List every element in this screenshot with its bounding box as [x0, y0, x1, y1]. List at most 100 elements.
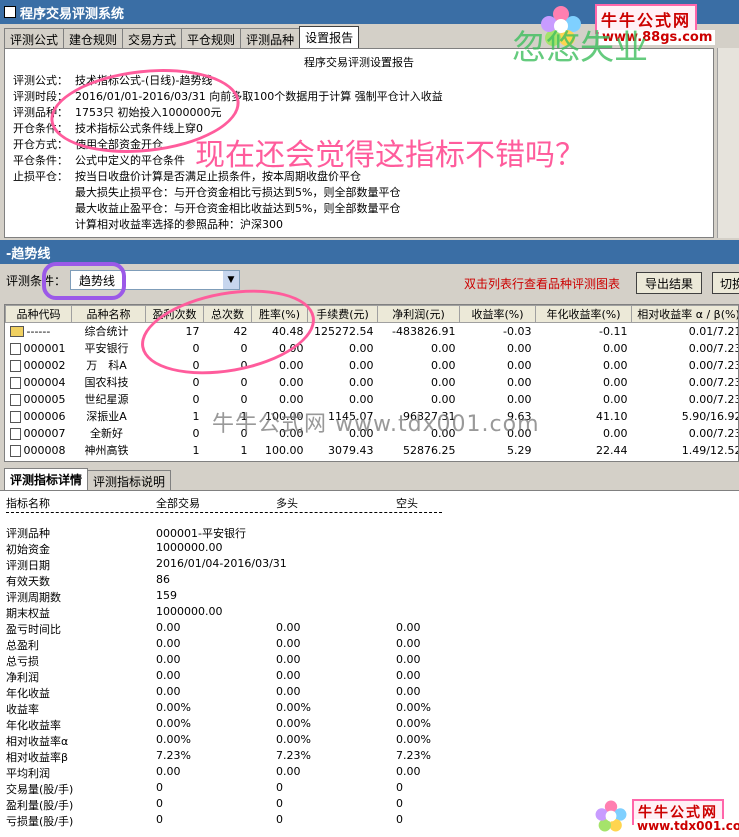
- cell-text: 0.00: [431, 375, 456, 389]
- cell-text: 0.00: [431, 358, 456, 372]
- report-row-label: 评测公式：: [13, 74, 68, 87]
- report-row-value: 使用全部资金开仓: [75, 138, 163, 151]
- detail-metric-name: 净利润: [6, 671, 39, 684]
- cell-text: 000004: [23, 375, 66, 389]
- column-header[interactable]: 胜率(%): [251, 305, 308, 323]
- stock-file-icon: [9, 410, 21, 423]
- detail-metric-value: 0: [156, 813, 163, 826]
- detail-metric-name: 期末权益: [6, 607, 50, 620]
- table-cell: 0: [204, 391, 252, 408]
- tab-3[interactable]: 平仓规则: [181, 28, 242, 48]
- detail-metric-value: 0.00: [396, 637, 421, 650]
- table-cell: 1: [146, 442, 204, 459]
- column-header[interactable]: 年化收益率(%): [535, 305, 632, 323]
- tab-0[interactable]: 评测公式: [4, 28, 65, 48]
- stock-file-icon: [9, 376, 21, 389]
- cell-text: 3079.43: [328, 443, 374, 457]
- cell-text: 1.49/12.52: [681, 443, 739, 457]
- cell-text: 万 科A: [86, 359, 127, 372]
- column-header[interactable]: 相对收益率 α / β(%): [631, 305, 738, 323]
- report-row-value: 1753只 初始投入1000000元: [75, 106, 222, 119]
- switch-button[interactable]: 切换: [712, 272, 739, 294]
- detail-metric-value: 0.00: [396, 653, 421, 666]
- table-cell: 0.00: [536, 357, 632, 374]
- table-cell: -0.11: [536, 323, 632, 340]
- table-cell: 深振业A: [72, 408, 146, 425]
- table-cell: 0: [146, 391, 204, 408]
- cell-text: 0.00/7.23: [688, 392, 739, 406]
- table-row[interactable]: 000001 平安银行 0 0 0.00 0.00 0.00 0.00 0.00 0.00/7.2…: [6, 340, 739, 357]
- detail-metric-value: 0.00: [156, 621, 181, 634]
- table-cell: 0.00/7.23: [632, 340, 739, 357]
- table-cell: 000005: [6, 391, 72, 408]
- report-indented-line: 计算相对收益率选择的参照品种：沪深300: [75, 218, 283, 231]
- table-row[interactable]: 000002 万 科A 0 0 0.00 0.00 0.00 0.00 0.00 0.00/7.2…: [6, 357, 738, 374]
- table-cell: 000008: [6, 442, 72, 459]
- condition-label: 评测条件：: [6, 273, 67, 288]
- detail-metric-name: 年化收益: [6, 687, 50, 700]
- logo-bottom: 牛牛公式网 www.tdx001.com: [592, 797, 739, 837]
- report-window-title: 程序交易评测系统: [20, 6, 125, 22]
- tab-1[interactable]: 建仓规则: [63, 28, 124, 48]
- cell-text: 深振业A: [86, 410, 127, 423]
- cell-text: 0.00: [349, 341, 374, 355]
- detail-metric-value: 0.00: [156, 637, 181, 650]
- table-cell: 0: [146, 425, 204, 442]
- settings-tabs: 评测公式 建仓规则 交易方式 平仓规则 评测品种 设置报告: [4, 26, 360, 48]
- report-scrollbar[interactable]: [717, 48, 739, 238]
- cell-text: 0: [240, 392, 248, 406]
- report-row: 评测品种： 1753只 初始投入1000000元: [13, 105, 705, 121]
- table-cell: 万 科A: [72, 357, 146, 374]
- detail-metric-name: 盈亏时间比: [6, 623, 61, 636]
- cell-text: 0.00: [603, 341, 628, 355]
- table-cell: 000007: [6, 425, 72, 442]
- export-results-button[interactable]: 导出结果: [636, 272, 702, 294]
- cell-text: 000007: [23, 426, 66, 440]
- chevron-down-icon[interactable]: ▼: [223, 271, 240, 289]
- column-header[interactable]: 收益率(%): [459, 305, 536, 323]
- condition-combo[interactable]: 趋势线 ▼: [70, 270, 241, 290]
- column-header[interactable]: 手续费(元): [307, 305, 378, 323]
- tab-4[interactable]: 评测品种: [240, 28, 301, 48]
- detail-metric-value: 0.00%: [156, 701, 191, 714]
- detail-metric-name: 评测品种: [6, 527, 50, 540]
- cell-text: 世纪星源: [84, 393, 129, 406]
- detail-metric-value: 0.00: [276, 637, 301, 650]
- table-cell: 0.00/7.23: [632, 391, 739, 408]
- cell-text: 0.00: [431, 392, 456, 406]
- detail-metric-name: 相对收益率β: [6, 751, 69, 764]
- column-header[interactable]: 总次数: [203, 305, 252, 323]
- detail-metric-value: 0.00: [396, 765, 421, 778]
- cell-text: 0: [240, 375, 248, 389]
- detail-tab-1[interactable]: 评测指标说明: [87, 470, 172, 490]
- cell-text: -0.11: [599, 324, 628, 338]
- cell-text: 0: [240, 358, 248, 372]
- cell-text: 0.00: [431, 341, 456, 355]
- detail-metric-value: 0.00: [156, 685, 181, 698]
- column-header[interactable]: 品种代码: [5, 305, 72, 323]
- cell-text: 000001: [23, 341, 66, 355]
- cell-text: 神州高铁: [84, 444, 129, 457]
- table-cell: 40.48: [252, 323, 308, 340]
- detail-metric-value: 0: [396, 813, 403, 826]
- table-cell: 0.00: [460, 357, 536, 374]
- report-row-label: 开仓方式：: [13, 138, 68, 151]
- column-header[interactable]: 净利润(元): [377, 305, 460, 323]
- table-row[interactable]: 000008 神州高铁 1 1 100.00 3079.43 52876.25 5.29 22.…: [6, 442, 739, 459]
- detail-tab-0[interactable]: 评测指标详情: [4, 468, 89, 490]
- table-row[interactable]: 000004 国农科技 0 0 0.00 0.00 0.00 0.00 0.00 0.00/7.2…: [6, 374, 738, 391]
- column-header[interactable]: 品种名称: [71, 305, 146, 323]
- column-header[interactable]: 盈利次数: [145, 305, 204, 323]
- table-cell: 0.00: [460, 391, 536, 408]
- tab-5[interactable]: 设置报告: [299, 26, 360, 48]
- cell-text: 综合统计: [84, 325, 129, 339]
- cell-text: 0.00: [279, 358, 304, 372]
- tab-2[interactable]: 交易方式: [122, 28, 183, 48]
- detail-metric-value: 0.00: [156, 669, 181, 682]
- table-row[interactable]: 000005 世纪星源 0 0 0.00 0.00 0.00 0.00 0.00 0.00/7.2…: [6, 391, 739, 408]
- detail-separator: [6, 512, 442, 513]
- cell-text: 0.00/7.23: [688, 341, 739, 355]
- cell-text: 0.00: [507, 375, 532, 389]
- evaluation-window-title[interactable]: -趋势线: [0, 240, 739, 264]
- table-row[interactable]: ------ 综合统计 17 42 40.48 125272.54 -483826.91 -0…: [6, 323, 738, 340]
